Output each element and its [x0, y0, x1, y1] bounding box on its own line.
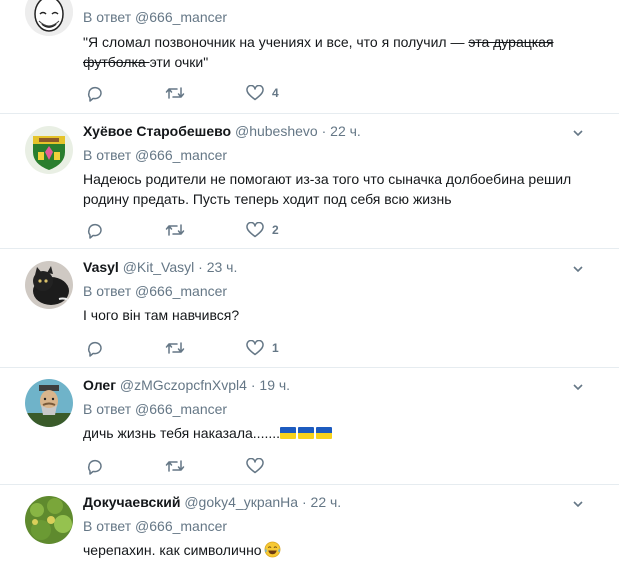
- chevron-down-icon[interactable]: [573, 382, 583, 392]
- tweet-text: І чого він там навчився?: [83, 307, 240, 323]
- avatar[interactable]: [25, 126, 73, 174]
- reply-button[interactable]: [86, 338, 104, 358]
- reply-prefix: В ответ: [83, 9, 132, 25]
- heart-icon: [246, 85, 264, 101]
- avatar[interactable]: [25, 379, 73, 427]
- timestamp[interactable]: 22 ч.: [330, 123, 361, 139]
- reply-context: В ответ @666_mancer: [83, 147, 227, 163]
- avatar[interactable]: [25, 0, 73, 36]
- reply-button[interactable]: [86, 456, 104, 476]
- heart-icon: [246, 458, 264, 474]
- separator-dot: ·: [250, 377, 256, 393]
- reply-context: В ответ @666_mancer: [83, 518, 227, 534]
- ukraine-flag-icon: [280, 427, 297, 439]
- retweet-button[interactable]: [165, 220, 185, 240]
- reply-to-link[interactable]: @666_mancer: [135, 147, 227, 163]
- retweet-button[interactable]: [165, 338, 185, 358]
- avatar[interactable]: [25, 261, 73, 309]
- tweet-header: Хуёвое Старобешево @hubeshevo · 22 ч.: [83, 123, 361, 139]
- reply-to-link[interactable]: @666_mancer: [135, 9, 227, 25]
- tweet-text-part: "Я сломал позвоночник на учениях и все, …: [83, 34, 469, 50]
- chevron-down-icon[interactable]: [573, 128, 583, 138]
- separator-dot: ·: [198, 259, 203, 275]
- tweet-text-part: эти очки": [149, 54, 209, 70]
- ukraine-flag-icon: [316, 427, 333, 439]
- retweet-icon: [165, 224, 185, 236]
- retweet-icon: [165, 87, 185, 99]
- tweet-reply[interactable]: Докучаевский @goky4_укрanHa · 22 ч. В от…: [0, 485, 619, 570]
- tweet-reply[interactable]: Хуёвое Старобешево @hubeshevo · 22 ч. В …: [0, 114, 619, 249]
- like-button[interactable]: 2: [246, 220, 279, 240]
- user-handle[interactable]: @zMGczopcfnXvpl4: [120, 377, 247, 393]
- tweet-text: "Я сломал позвоночник на учениях и все, …: [83, 32, 583, 72]
- display-name[interactable]: Vasyl: [83, 259, 119, 275]
- tweet-header: Vasyl @Kit_Vasyl · 23 ч.: [83, 259, 237, 275]
- user-handle[interactable]: @Kit_Vasyl: [123, 259, 195, 275]
- tweet-reply[interactable]: Олег @zMGczopcfnXvpl4 · 19 ч. В ответ @6…: [0, 368, 619, 485]
- reply-to-link[interactable]: @666_mancer: [135, 518, 227, 534]
- coat-of-arms-avatar-icon: [25, 126, 73, 174]
- black-cat-avatar-icon: [25, 261, 73, 309]
- tweet-text-part: черепахин. как символично: [83, 542, 262, 558]
- like-count: 1: [272, 341, 279, 355]
- reply-prefix: В ответ: [83, 518, 132, 534]
- separator-dot: ·: [301, 494, 307, 510]
- tweet-header: Олег @zMGczopcfnXvpl4 · 19 ч.: [83, 377, 290, 393]
- retweet-icon: [165, 460, 185, 472]
- avatar[interactable]: [25, 496, 73, 544]
- like-button[interactable]: [246, 456, 272, 476]
- display-name[interactable]: Хуёвое Старобешево: [83, 123, 231, 139]
- like-count: 4: [272, 86, 279, 100]
- reply-button[interactable]: [86, 83, 104, 103]
- reply-icon: [87, 459, 102, 475]
- tweet-actions: [86, 456, 386, 476]
- retweet-button[interactable]: [165, 456, 185, 476]
- reply-to-link[interactable]: @666_mancer: [135, 283, 227, 299]
- retweet-button[interactable]: [165, 83, 185, 103]
- like-button[interactable]: 1: [246, 338, 279, 358]
- tweet-actions: 2: [86, 220, 386, 240]
- retweet-icon: [165, 342, 185, 354]
- tweet-actions: 1: [86, 338, 386, 358]
- display-name[interactable]: Докучаевский: [83, 494, 180, 510]
- like-button[interactable]: 4: [246, 83, 279, 103]
- separator-dot: ·: [321, 123, 327, 139]
- tweet-text: дичь жизнь тебя наказала.......: [83, 423, 583, 443]
- tweet-actions: 4: [86, 83, 386, 103]
- tears-of-joy-emoji-icon: [264, 541, 281, 558]
- ukraine-flag-icon: [298, 427, 315, 439]
- reply-context: В ответ @666_mancer: [83, 9, 227, 25]
- green-plant-avatar-icon: [25, 496, 73, 544]
- display-name[interactable]: Олег: [83, 377, 116, 393]
- cossack-avatar-icon: [25, 379, 73, 427]
- reply-to-link[interactable]: @666_mancer: [135, 401, 227, 417]
- like-count: 2: [272, 223, 279, 237]
- heart-icon: [246, 222, 264, 238]
- reply-prefix: В ответ: [83, 147, 132, 163]
- timestamp[interactable]: 19 ч.: [259, 377, 290, 393]
- tweet-text-part: дичь жизнь тебя наказала.......: [83, 425, 281, 441]
- reply-icon: [87, 86, 102, 102]
- tweet-text: черепахин. как символично: [83, 540, 583, 560]
- reply-button[interactable]: [86, 220, 104, 240]
- user-handle[interactable]: @hubeshevo: [235, 123, 318, 139]
- reply-prefix: В ответ: [83, 401, 132, 417]
- tweet-text: Надеюсь родители не помогают из-за того …: [83, 171, 572, 207]
- tweet-reply[interactable]: В ответ @666_mancer "Я сломал позвоночни…: [0, 0, 619, 114]
- timestamp[interactable]: 23 ч.: [207, 259, 238, 275]
- user-handle[interactable]: @goky4_укрanHa: [184, 494, 298, 510]
- reply-prefix: В ответ: [83, 283, 132, 299]
- heart-icon: [246, 340, 264, 356]
- reply-icon: [87, 223, 102, 239]
- tweet-reply[interactable]: Vasyl @Kit_Vasyl · 23 ч. В ответ @666_ma…: [0, 249, 619, 368]
- chevron-down-icon[interactable]: [573, 499, 583, 509]
- tweet-header: Докучаевский @goky4_укрanHa · 22 ч.: [83, 494, 341, 510]
- bald-man-cartoon-avatar-icon: [25, 0, 73, 36]
- reply-icon: [87, 341, 102, 357]
- chevron-down-icon[interactable]: [573, 264, 583, 274]
- reply-context: В ответ @666_mancer: [83, 401, 227, 417]
- ukraine-flags: [280, 425, 334, 441]
- timestamp[interactable]: 22 ч.: [311, 494, 342, 510]
- reply-context: В ответ @666_mancer: [83, 283, 227, 299]
